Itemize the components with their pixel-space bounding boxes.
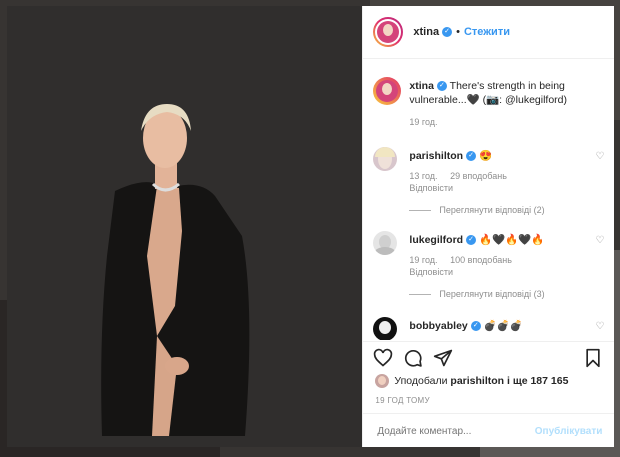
- publish-button[interactable]: Опублікувати: [535, 426, 603, 437]
- view-replies-label: Переглянути відповіді (2): [439, 205, 545, 215]
- post-timestamp[interactable]: 19 ГОД ТОМУ: [375, 396, 430, 405]
- view-replies-button[interactable]: Переглянути відповіді (3): [409, 289, 544, 299]
- author-username[interactable]: xtina: [413, 26, 439, 38]
- view-replies-label: Переглянути відповіді (3): [439, 289, 545, 299]
- comment-body: 🔥🖤🔥🖤🔥: [479, 234, 545, 246]
- comment-form: Опублікувати: [363, 413, 615, 448]
- like-comment-heart-icon[interactable]: ♡: [595, 321, 604, 332]
- comment-age: 13 год.: [409, 171, 438, 181]
- post-modal: xtina ✓ • Стежити xtina ✓ There's strengt…: [7, 6, 615, 448]
- reply-button[interactable]: Відповісти: [409, 183, 453, 193]
- caption-username[interactable]: xtina: [409, 80, 434, 92]
- save-bookmark-icon[interactable]: [583, 348, 603, 368]
- liked-by-avatar[interactable]: [375, 374, 390, 388]
- liked-by-prefix: Уподобали: [394, 375, 448, 387]
- reply-button[interactable]: Відповісти: [409, 267, 453, 277]
- action-bar: [363, 341, 615, 372]
- comment-likes[interactable]: 100 вподобань: [450, 255, 512, 265]
- comment-likes[interactable]: 29 вподобань: [450, 171, 507, 181]
- post-header: xtina ✓ • Стежити: [363, 6, 614, 59]
- comment-input[interactable]: [375, 424, 535, 438]
- like-comment-heart-icon[interactable]: ♡: [595, 151, 604, 162]
- commenter-avatar[interactable]: [373, 317, 398, 340]
- view-replies-button[interactable]: Переглянути відповіді (2): [409, 205, 544, 215]
- verified-badge-icon: ✓: [466, 235, 477, 246]
- post-photo[interactable]: [7, 6, 363, 447]
- comment-body: 😍: [479, 150, 493, 162]
- like-comment-heart-icon[interactable]: ♡: [595, 235, 604, 246]
- commenter-avatar[interactable]: [373, 147, 398, 171]
- verified-badge-icon: ✓: [470, 321, 481, 332]
- like-heart-icon[interactable]: [373, 348, 393, 368]
- post-photo-image: [7, 6, 363, 447]
- comment-text: lukegilford ✓ 🔥🖤🔥🖤🔥: [409, 233, 580, 247]
- comment-bubble-icon[interactable]: [403, 348, 423, 368]
- verified-badge-icon: ✓: [436, 81, 447, 92]
- commenter-username[interactable]: bobbyabley: [409, 320, 467, 332]
- follow-button[interactable]: Стежити: [464, 26, 510, 38]
- commenter-username[interactable]: parishilton: [409, 150, 463, 162]
- comments-list[interactable]: xtina ✓ There's strength in being vulnera…: [363, 59, 614, 340]
- caption-avatar[interactable]: [373, 77, 402, 105]
- caption-text: xtina ✓ There's strength in being vulnera…: [409, 79, 604, 107]
- comment-body: 💣💣💣: [483, 320, 523, 332]
- comment-item: parishilton ✓ 😍 ♡ 13 год. 29 вподобань Ві…: [373, 147, 604, 227]
- caption-age: 19 год.: [409, 117, 438, 127]
- comment-meta: 19 год. 100 вподобань: [409, 255, 512, 265]
- verified-badge-icon: ✓: [442, 27, 453, 37]
- liked-by-line: Уподобали parishilton і ще 187 165: [375, 374, 568, 388]
- liked-by-count[interactable]: і ще 187 165: [507, 375, 568, 387]
- separator-dot: •: [456, 26, 460, 38]
- comment-meta: 13 год. 29 вподобань: [409, 171, 507, 181]
- comment-text: parishilton ✓ 😍: [409, 149, 580, 163]
- commenter-avatar[interactable]: [373, 231, 398, 255]
- post-side-panel: xtina ✓ • Стежити xtina ✓ There's strengt…: [362, 6, 615, 448]
- share-paper-plane-icon[interactable]: [433, 348, 453, 368]
- comment-text: bobbyabley ✓ 💣💣💣: [409, 319, 580, 333]
- verified-badge-icon: ✓: [466, 151, 477, 162]
- liked-by-user[interactable]: parishilton: [450, 375, 504, 387]
- caption-row: xtina ✓ There's strength in being vulnera…: [373, 77, 604, 129]
- commenter-username[interactable]: lukegilford: [409, 234, 463, 246]
- comment-item: bobbyabley ✓ 💣💣💣 ♡: [373, 317, 604, 340]
- comment-item: lukegilford ✓ 🔥🖤🔥🖤🔥 ♡ 19 год. 100 вподоба…: [373, 231, 604, 311]
- comment-age: 19 год.: [409, 255, 438, 265]
- author-avatar[interactable]: [373, 17, 404, 47]
